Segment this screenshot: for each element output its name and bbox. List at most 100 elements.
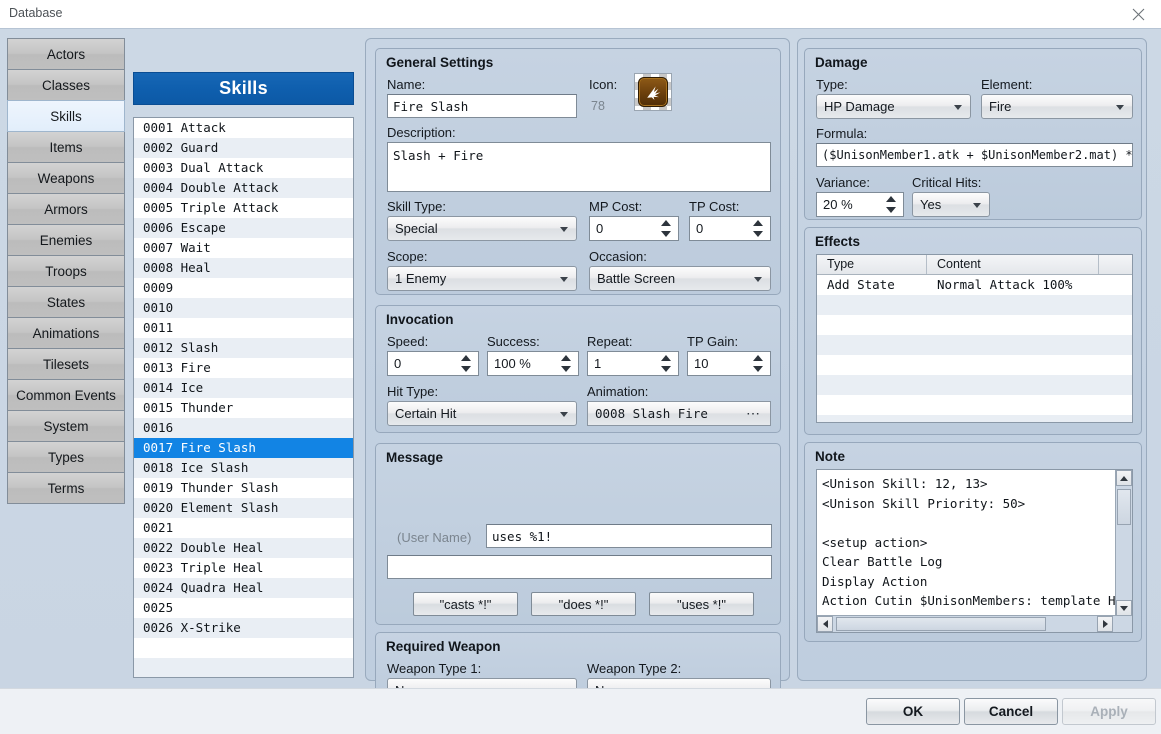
message-line2-input[interactable] [387,555,772,579]
list-item[interactable]: 0012 Slash [134,338,353,358]
tp-gain-stepper[interactable]: 10 [687,351,771,376]
speed-stepper[interactable]: 0 [387,351,479,376]
list-item[interactable]: 0021 [134,518,353,538]
list-item[interactable]: 0010 [134,298,353,318]
list-item[interactable]: 0011 [134,318,353,338]
effects-column-header[interactable]: Content [927,255,1099,274]
list-item[interactable]: 0016 [134,418,353,438]
stepper-arrows-icon[interactable] [561,354,571,373]
list-item[interactable]: 0015 Thunder [134,398,353,418]
list-item[interactable]: 0019 Thunder Slash [134,478,353,498]
stepper-arrows-icon[interactable] [753,219,763,238]
success-stepper[interactable]: 100 % [487,351,579,376]
list-item[interactable] [134,638,353,658]
sidebar-item-types[interactable]: Types [7,441,125,473]
ok-button[interactable]: OK [866,698,960,725]
sidebar-item-actors[interactable]: Actors [7,38,125,70]
list-item[interactable]: 0004 Double Attack [134,178,353,198]
list-item[interactable]: 0014 Ice [134,378,353,398]
message-line1-input[interactable]: uses %1! [486,524,772,548]
list-item[interactable]: 0003 Dual Attack [134,158,353,178]
effects-table[interactable]: Type Content Add State Normal Attack 100% [816,254,1133,423]
stepper-arrows-icon[interactable] [661,354,671,373]
cancel-button[interactable]: Cancel [964,698,1058,725]
effects-column-header[interactable]: Type [817,255,927,274]
variance-stepper[interactable]: 20 % [816,192,904,217]
ellipsis-icon[interactable]: ⋯ [746,405,761,422]
list-item[interactable]: 0005 Triple Attack [134,198,353,218]
stepper-arrows-icon[interactable] [661,219,671,238]
occasion-select[interactable]: Battle Screen [589,266,771,291]
list-item[interactable]: 0009 [134,278,353,298]
hit-type-select[interactable]: Certain Hit [387,401,577,426]
list-item[interactable]: 0020 Element Slash [134,498,353,518]
note-text[interactable]: <Unison Skill: 12, 13> <Unison Skill Pri… [817,470,1116,616]
list-item[interactable]: 0008 Heal [134,258,353,278]
sidebar-item-tilesets[interactable]: Tilesets [7,348,125,380]
table-row[interactable]: Add State Normal Attack 100% [817,275,1132,295]
skill-type-select[interactable]: Special [387,216,577,241]
sidebar-item-enemies[interactable]: Enemies [7,224,125,256]
list-item[interactable]: 0025 [134,598,353,618]
note-horizontal-scrollbar[interactable] [817,615,1132,632]
list-item[interactable]: 0006 Escape [134,218,353,238]
list-item[interactable]: 0017 Fire Slash [134,438,353,458]
sidebar-item-animations[interactable]: Animations [7,317,125,349]
stepper-arrows-icon[interactable] [461,354,471,373]
table-row-empty[interactable] [817,355,1132,375]
sidebar-item-armors[interactable]: Armors [7,193,125,225]
sidebar-item-troops[interactable]: Troops [7,255,125,287]
name-input[interactable]: Fire Slash [387,94,577,118]
critical-hits-select[interactable]: Yes [912,192,990,217]
description-input[interactable]: Slash + Fire [387,142,771,192]
repeat-stepper[interactable]: 1 [587,351,679,376]
stepper-arrows-icon[interactable] [886,195,896,214]
list-item[interactable]: 0002 Guard [134,138,353,158]
note-horizontal-scroll-thumb[interactable] [836,617,1046,631]
table-row-empty[interactable] [817,335,1132,355]
sidebar-item-states[interactable]: States [7,286,125,318]
list-item[interactable]: 0023 Triple Heal [134,558,353,578]
tp-cost-stepper[interactable]: 0 [689,216,771,241]
list-item[interactable]: 0022 Double Heal [134,538,353,558]
skills-list[interactable]: 0001 Attack 0002 Guard 0003 Dual Attack 000… [133,117,354,678]
mp-cost-stepper[interactable]: 0 [589,216,679,241]
preset-casts-button[interactable]: "casts *!" [413,592,518,616]
sidebar-item-common-events[interactable]: Common Events [7,379,125,411]
list-item[interactable]: 0018 Ice Slash [134,458,353,478]
scroll-left-button[interactable] [817,616,833,632]
table-row-empty[interactable] [817,375,1132,395]
preset-uses-button[interactable]: "uses *!" [649,592,754,616]
table-row-empty[interactable] [817,315,1132,335]
list-item[interactable]: 0026 X-Strike [134,618,353,638]
animation-picker[interactable]: 0008 Slash Fire ⋯ [587,401,771,426]
sidebar-item-classes[interactable]: Classes [7,69,125,101]
scroll-down-button[interactable] [1116,600,1132,616]
list-item[interactable]: 0013 Fire [134,358,353,378]
sidebar-item-weapons[interactable]: Weapons [7,162,125,194]
scope-select[interactable]: 1 Enemy [387,266,577,291]
damage-type-select[interactable]: HP Damage [816,94,971,119]
sidebar-item-skills[interactable]: Skills [7,100,125,132]
sidebar-item-system[interactable]: System [7,410,125,442]
list-item[interactable]: 0024 Quadra Heal [134,578,353,598]
sidebar-item-items[interactable]: Items [7,131,125,163]
damage-formula-input[interactable]: ($UnisonMember1.atk + $UnisonMember2.mat… [816,143,1133,167]
damage-element-select[interactable]: Fire [981,94,1133,119]
table-row-empty[interactable] [817,415,1132,422]
list-item[interactable]: 0007 Wait [134,238,353,258]
table-row-empty[interactable] [817,395,1132,415]
scroll-right-button[interactable] [1097,616,1113,632]
close-button[interactable] [1116,0,1161,28]
preset-does-button[interactable]: "does *!" [531,592,636,616]
list-item[interactable]: 0001 Attack [134,118,353,138]
fire-slash-skill-icon[interactable] [634,73,672,111]
table-row-empty[interactable] [817,295,1132,315]
note-editor[interactable]: <Unison Skill: 12, 13> <Unison Skill Pri… [816,469,1133,633]
note-vertical-scroll-thumb[interactable] [1117,489,1131,525]
scroll-up-button[interactable] [1116,470,1132,486]
note-vertical-scrollbar[interactable] [1115,470,1132,616]
sidebar-item-terms[interactable]: Terms [7,472,125,504]
stepper-arrows-icon[interactable] [753,354,763,373]
list-item[interactable] [134,658,353,677]
